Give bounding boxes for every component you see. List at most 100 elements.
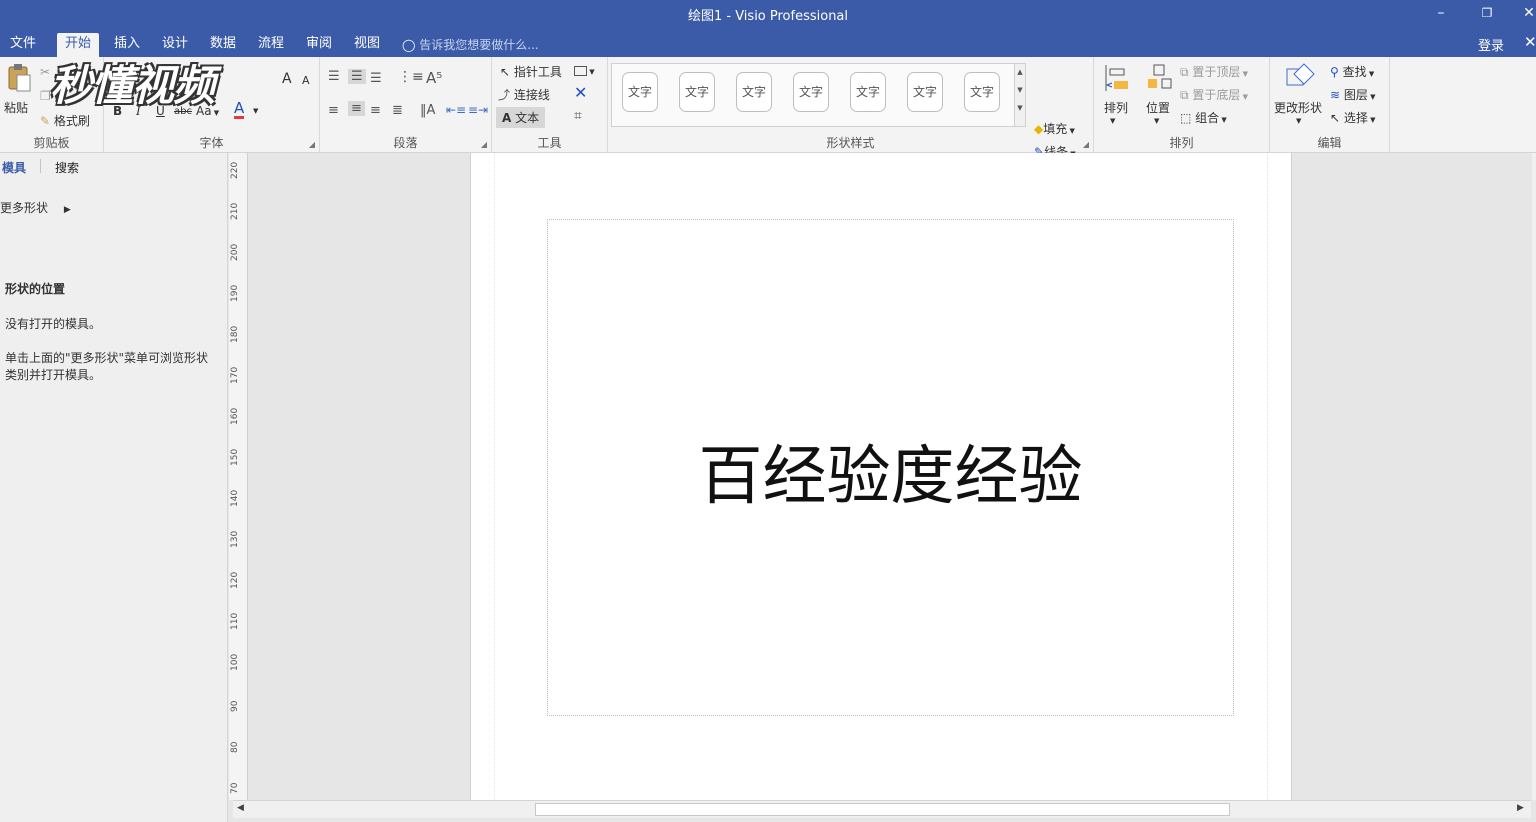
horizontal-scrollbar[interactable]: ◀ ▶ [233,800,1531,818]
dropdown-arrow-icon[interactable]: ▼ [1154,117,1159,125]
dropdown-arrow-icon: ▼ [587,68,595,76]
hint-text-line2: 类别并打开模具。 [5,368,102,382]
restore-button[interactable]: ❐ [1472,2,1502,24]
ruler-tick: 140 [230,489,240,507]
send-back-label: 置于底层 [1192,88,1241,102]
shrink-font-button[interactable]: A [302,74,310,87]
font-launcher-icon[interactable]: ◢ [309,140,315,149]
style-item[interactable]: 文字 [679,72,715,112]
no-stencils-text: 没有打开的模具。 [5,317,102,331]
align-middle-icon[interactable]: ☰ [348,69,366,84]
style-item[interactable]: 文字 [622,72,658,112]
font-color-button[interactable]: A [234,101,245,119]
paragraph-launcher-icon[interactable]: ◢ [481,140,487,149]
increase-indent-icon[interactable]: ≡⇥ [468,103,488,117]
bullets-icon[interactable]: ⋮≡ [398,69,424,85]
rectangle-icon [574,65,587,76]
scroll-right-icon[interactable]: ▶ [1517,803,1524,813]
group-label: 组合 [1195,111,1220,125]
select-button[interactable]: ↖ 选择 ▼ [1330,109,1376,126]
text-direction-icon[interactable]: A⁵ [426,69,442,87]
tab-file[interactable]: 文件 [2,33,44,57]
text-shape[interactable]: 百经验度经验 [547,219,1234,716]
select-cursor-icon: ↖ [1330,111,1341,125]
more-shapes-button[interactable]: 更多形状 ▶ [0,199,71,216]
section-title: 形状的位置 [5,282,66,296]
dropdown-arrow-icon[interactable]: ▼ [1296,117,1301,125]
font-color-dropdown-icon[interactable]: ▼ [253,107,258,115]
vertical-ruler[interactable]: 220 210 200 190 180 170 160 150 140 130 … [229,153,248,800]
paste-button[interactable]: 粘贴 [4,99,28,116]
change-shape-button[interactable]: 更改形状 [1274,99,1322,116]
change-shape-icon[interactable] [1284,61,1318,95]
style-item[interactable]: 文字 [793,72,829,112]
fill-button[interactable]: ◆填充 ▼ [1034,120,1075,137]
position-icon[interactable] [1144,63,1174,93]
grow-font-button[interactable]: A [282,71,292,87]
close-tool-icon[interactable]: ✕ [574,83,587,102]
pointer-tool-button[interactable]: ↖ 指针工具 [500,63,562,80]
horizontal-scroll-thumb[interactable] [535,803,1230,816]
shape-text[interactable]: 百经验度经验 [548,425,1233,517]
vertical-scrollbar[interactable] [1532,153,1536,800]
gallery-up-icon[interactable]: ▲ [1015,68,1025,76]
arrange-group: 排列 ▼ 位置 ▼ ⧉ 置于顶层 ▼ ⧉ 置于底层 ▼ ⬚ 组合 ▼ 排列 [1094,57,1270,153]
style-item[interactable]: 文字 [964,72,1000,112]
window-title: 绘图1 - Visio Professional [687,9,849,24]
connector-button[interactable]: ⤴ 连接线 [498,86,550,103]
cut-icon[interactable]: ✂ [40,65,50,79]
align-center-icon[interactable]: ≡ [348,101,365,116]
paste-icon[interactable] [6,63,32,93]
tools-group: ↖ 指针工具 ▼ ⤴ 连接线 ✕ A 文本 ⌗ 工具 [492,57,608,153]
group-button[interactable]: ⬚ 组合 ▼ [1180,109,1227,126]
minimize-button[interactable]: – [1426,2,1456,24]
close-button[interactable]: ✕ [1514,2,1536,24]
scroll-left-icon[interactable]: ◀ [237,803,244,813]
tab-view[interactable]: 视图 [346,33,388,57]
crop-icon[interactable]: ⌗ [574,108,582,124]
send-back-icon: ⧉ [1180,88,1189,102]
decrease-indent-icon[interactable]: ⇤≡ [446,103,466,117]
tell-me-box[interactable]: ◯ 告诉我您想要做什么... [402,36,539,53]
shape-styles-launcher-icon[interactable]: ◢ [1083,140,1089,149]
layers-label: 图层 [1343,88,1368,102]
distribute-icon[interactable]: ‖A [420,103,435,118]
close-icon[interactable]: ✕ [1524,33,1536,51]
align-left-icon[interactable]: ≡ [328,103,339,118]
paragraph-group: ☰ ☰ ☰ ⋮≡ A⁵ ≡ ≡ ≡ ≣ ‖A ⇤≡ ≡⇥ 段落 ◢ [320,57,492,153]
login-button[interactable]: 登录 [1478,35,1504,54]
style-item[interactable]: 文字 [907,72,943,112]
dropdown-arrow-icon: ▼ [1067,127,1075,135]
style-item[interactable]: 文字 [850,72,886,112]
watermark-logo: 秒懂视频 [50,61,215,110]
format-painter-button[interactable]: ✎ 格式刷 [40,112,90,129]
text-tool-button[interactable]: A 文本 [496,107,546,128]
gallery-more-icon[interactable]: ▼ [1015,104,1025,112]
find-button[interactable]: ⚲ 查找 ▼ [1330,63,1374,80]
tab-process[interactable]: 流程 [250,33,292,57]
shape-styles-label: 形状样式 [826,136,875,150]
dropdown-arrow-icon: ▼ [1240,70,1249,78]
align-button[interactable]: 排列 [1104,99,1128,116]
gallery-down-icon[interactable]: ▼ [1015,86,1025,94]
tab-search[interactable]: 搜索 [55,159,79,176]
style-item[interactable]: 文字 [736,72,772,112]
align-icon[interactable] [1102,63,1132,93]
layers-button[interactable]: ≋ 图层 ▼ [1330,86,1376,103]
align-right-icon[interactable]: ≡ [370,103,381,118]
align-bottom-icon[interactable]: ☰ [370,71,382,86]
align-top-icon[interactable]: ☰ [328,69,340,84]
ruler-tick: 190 [230,284,240,302]
gallery-scroll[interactable]: ▲ ▼ ▼ [1014,63,1026,127]
tab-review[interactable]: 审阅 [298,33,340,57]
justify-icon[interactable]: ≣ [392,103,403,118]
position-button[interactable]: 位置 [1146,99,1170,116]
bring-front-icon: ⧉ [1180,65,1189,79]
dropdown-arrow-icon[interactable]: ▼ [1110,117,1115,125]
arrange-label: 排列 [1169,136,1194,150]
rectangle-tool-button[interactable]: ▼ [574,63,595,77]
ribbon: 粘贴 ✂ ❐ ✎ 格式刷 剪贴板 A A B I U abc Aa ▼ A ▼ … [0,57,1536,182]
send-back-button[interactable]: ⧉ 置于底层 ▼ [1180,86,1248,103]
tab-stencils[interactable]: 模具 [2,159,26,176]
bring-front-button[interactable]: ⧉ 置于顶层 ▼ [1180,63,1248,80]
